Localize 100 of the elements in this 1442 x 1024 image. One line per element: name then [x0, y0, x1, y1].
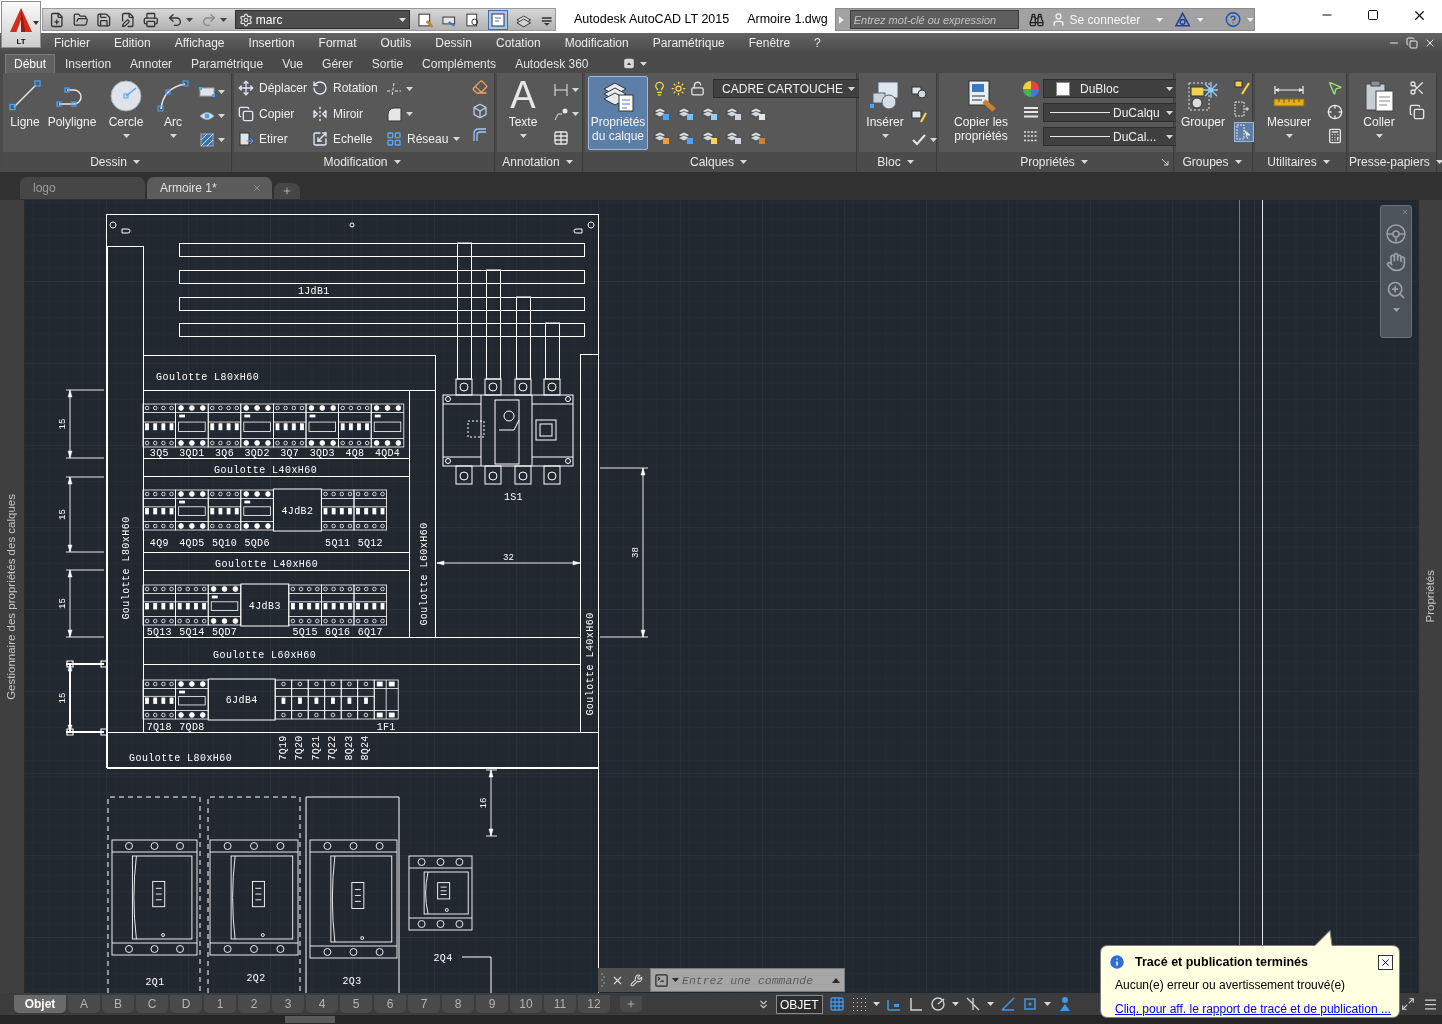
checkmark-icon[interactable] [911, 132, 927, 148]
copy-icon[interactable] [1409, 104, 1425, 120]
layout-tab[interactable]: 4 [306, 995, 338, 1013]
color-wheel-icon[interactable] [1023, 80, 1039, 97]
new-layout-button[interactable] [620, 996, 642, 1012]
wrench-icon[interactable] [630, 973, 643, 987]
ribbon-tab[interactable]: Annoter [121, 54, 182, 73]
layout-tab[interactable]: 10 [510, 995, 542, 1013]
caret-icon[interactable] [132, 160, 140, 164]
caret-icon[interactable] [565, 160, 573, 164]
sun-icon[interactable] [671, 81, 686, 96]
ungroup-icon[interactable] [1234, 80, 1250, 96]
caret-icon[interactable] [218, 90, 225, 94]
new-tab-button[interactable] [274, 183, 300, 199]
model-space-button[interactable]: OBJET [776, 994, 823, 1014]
caret-icon[interactable] [406, 112, 413, 117]
caret-icon[interactable] [185, 17, 193, 22]
caret-icon[interactable] [1166, 110, 1173, 115]
menu-item[interactable]: Fichier [42, 34, 102, 52]
layout-tab[interactable]: C [136, 995, 168, 1013]
model-space-canvas[interactable] [25, 200, 1418, 993]
caret-icon[interactable] [740, 160, 747, 164]
ribbon-tab[interactable]: Gérer [313, 54, 362, 73]
offset-icon[interactable] [472, 127, 488, 143]
layout-tab[interactable]: 5 [340, 995, 372, 1013]
edit-block-icon[interactable] [911, 108, 927, 124]
leader-icon[interactable] [553, 106, 569, 122]
zoom-icon[interactable] [1386, 280, 1406, 300]
ribbon-tool-button[interactable]: Echelle [310, 128, 384, 151]
match-properties-button[interactable]: Copier les propriétés [941, 76, 1021, 150]
caret-icon[interactable] [872, 1002, 880, 1006]
caret-icon[interactable] [1166, 134, 1173, 139]
caret-icon[interactable] [393, 160, 401, 164]
polar-icon[interactable] [929, 996, 946, 1012]
menu-item[interactable]: Fenêtre [736, 34, 803, 52]
caret-icon[interactable] [519, 134, 527, 138]
menu-item[interactable]: Format [306, 34, 369, 52]
command-line-bar[interactable]: Entrez une commande [650, 968, 845, 992]
caret-icon[interactable] [951, 1002, 959, 1006]
caret-icon[interactable] [672, 978, 679, 982]
panel-title-button[interactable]: Dessin [90, 153, 140, 171]
menu-item[interactable]: Paramétrique [640, 34, 737, 52]
pan-icon[interactable] [1386, 252, 1406, 272]
caret-icon[interactable] [218, 138, 225, 142]
panel-launcher-icon[interactable] [1161, 158, 1169, 166]
new-file-icon[interactable] [49, 11, 65, 28]
undo-icon[interactable] [166, 11, 183, 28]
lineweight-icon[interactable] [1023, 104, 1039, 121]
layout-tab[interactable]: 8 [442, 995, 474, 1013]
layer-palette-bar[interactable]: Gestionnaire des propriétés des calques [0, 200, 25, 993]
grip-icon[interactable] [601, 972, 605, 988]
calculator-icon[interactable] [1327, 128, 1343, 144]
caret-icon[interactable] [906, 160, 914, 164]
object-tracking-icon[interactable] [999, 996, 1016, 1012]
layer-dropdown[interactable]: CADRE CARTOUCHE [713, 79, 860, 98]
menu-icon[interactable] [1423, 996, 1438, 1012]
layout-tab[interactable]: Objet [14, 995, 66, 1013]
crosshair-icon[interactable] [1327, 104, 1343, 120]
caret-icon[interactable] [1234, 160, 1242, 164]
group-button[interactable]: Grouper [1178, 76, 1228, 150]
ribbon-tool-button[interactable]: Miroir [310, 102, 384, 125]
layout-tab[interactable]: 9 [476, 995, 508, 1013]
triangle-icon[interactable] [1175, 11, 1191, 28]
menu-item[interactable]: Insertion [236, 34, 307, 52]
create-block-icon[interactable] [911, 84, 927, 100]
ribbon-tab[interactable]: Début [5, 54, 56, 73]
layout-tab[interactable]: 1 [204, 995, 236, 1013]
menu-item[interactable]: Dessin [423, 34, 484, 52]
lightbulb-icon[interactable] [652, 81, 667, 96]
polyline-button[interactable]: Polyligne [45, 76, 99, 150]
quick-select-icon[interactable] [1327, 80, 1343, 96]
steering-wheel-icon[interactable] [1386, 224, 1406, 244]
layout-tab[interactable]: D [170, 995, 202, 1013]
caret-icon[interactable] [1285, 134, 1293, 138]
line-button[interactable]: Ligne [7, 76, 43, 150]
grid-icon[interactable] [828, 996, 845, 1012]
ribbon-tool-button[interactable]: Réseau [384, 128, 464, 151]
ribbon-tab[interactable]: Vue [273, 54, 313, 73]
cut-icon[interactable] [1409, 80, 1425, 96]
caret-icon[interactable] [453, 137, 461, 142]
caret-icon[interactable] [572, 112, 579, 116]
menu-item[interactable]: Edition [102, 34, 163, 52]
layout-tab[interactable]: 7 [408, 995, 440, 1013]
caret-icon[interactable] [848, 86, 855, 91]
document-restore-icon[interactable] [1406, 37, 1418, 49]
caret-icon[interactable] [1080, 160, 1088, 164]
report-link[interactable]: Cliq. pour aff. le rapport de tracé et de publication ... [1108, 1000, 1393, 1018]
properties-palette-bar[interactable]: Propriétés [1418, 200, 1442, 993]
linetype-dropdown[interactable]: DuCal... [1043, 127, 1178, 146]
history-up-icon[interactable] [832, 977, 840, 983]
caret-icon[interactable] [881, 134, 889, 138]
isometric-icon[interactable] [964, 996, 981, 1012]
group-selection-toggle[interactable] [1234, 122, 1254, 142]
caret-icon[interactable] [406, 86, 413, 91]
command-prompt-icon[interactable] [654, 972, 669, 988]
object-snap-icon[interactable] [1021, 996, 1038, 1012]
layout-tab[interactable]: B [102, 995, 134, 1013]
caret-icon[interactable] [986, 1002, 994, 1006]
ribbon-tool-button[interactable]: Déplacer [236, 77, 310, 99]
group-edit-icon[interactable] [1234, 101, 1250, 117]
